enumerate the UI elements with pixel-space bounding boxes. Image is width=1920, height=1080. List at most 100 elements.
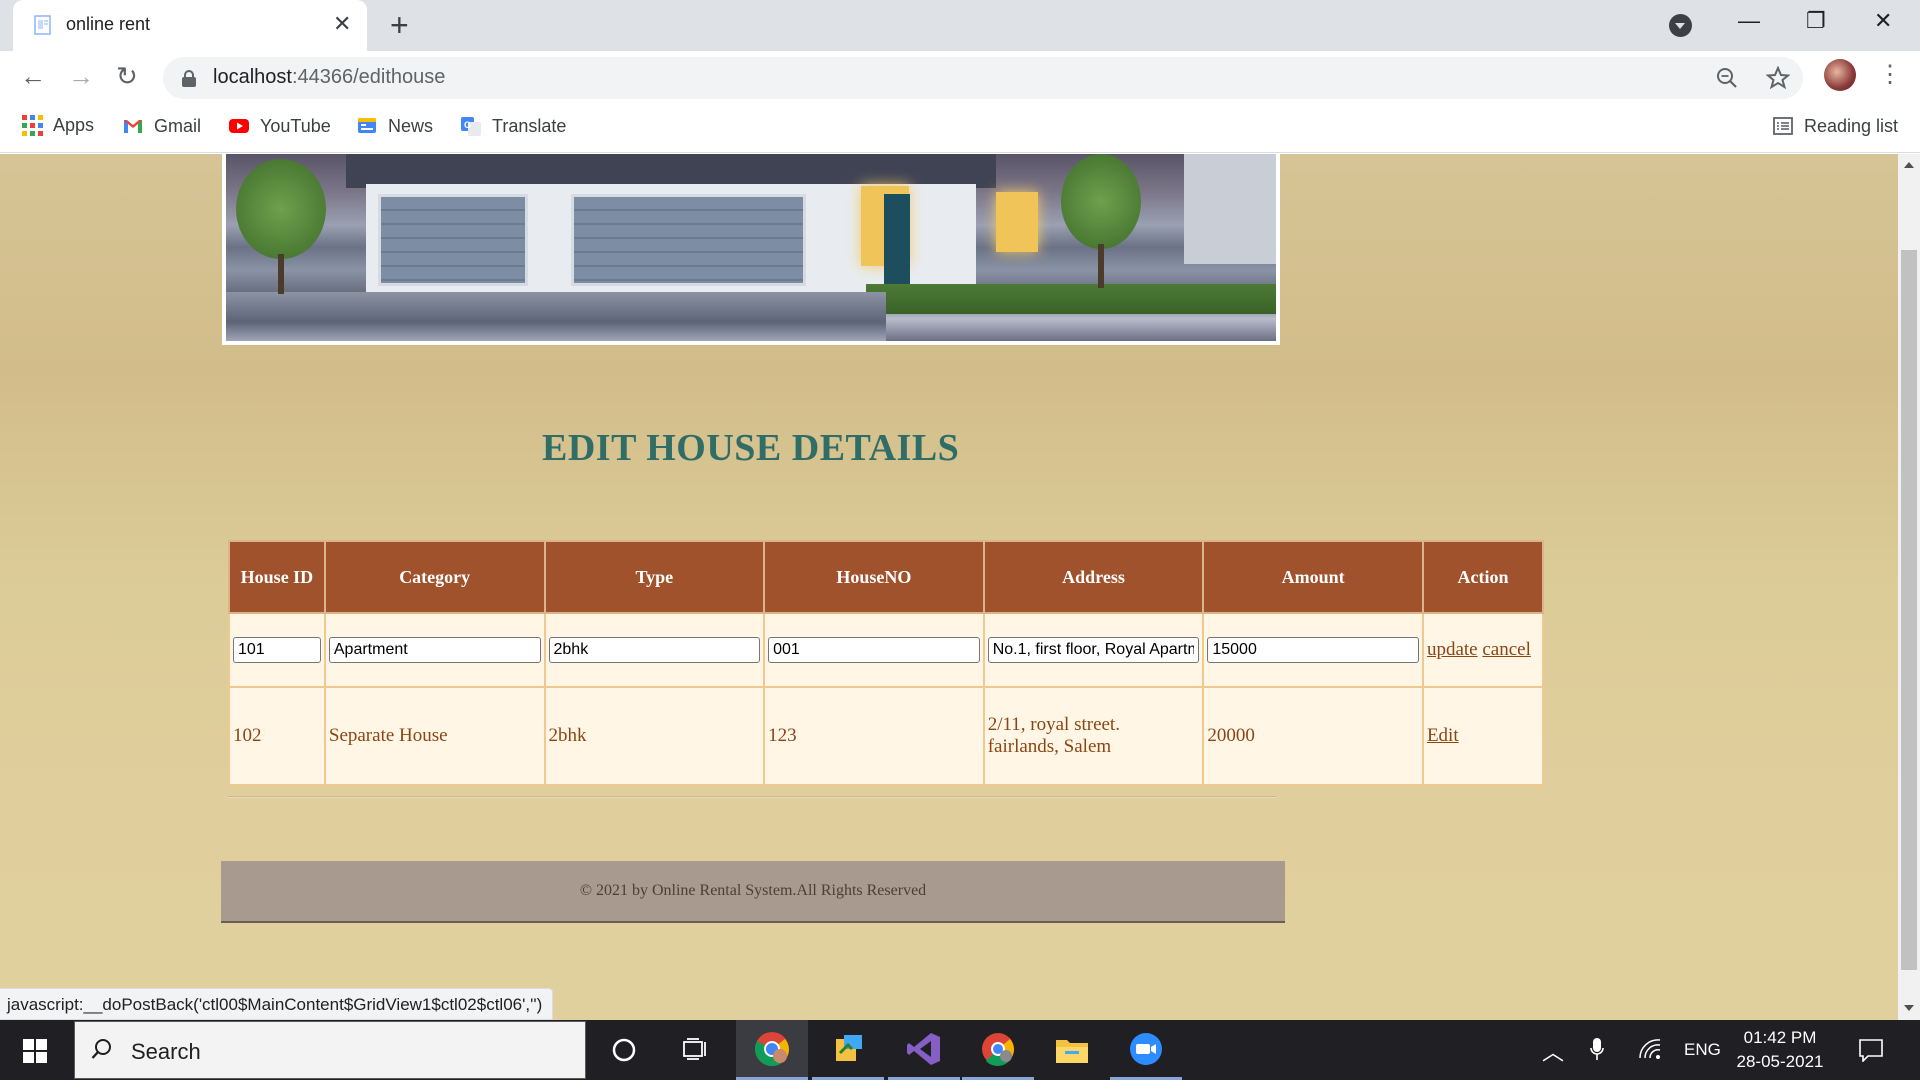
house-no-input[interactable] <box>768 637 980 663</box>
taskbar-chrome-active[interactable] <box>736 1020 808 1080</box>
close-window-button[interactable]: ✕ <box>1874 8 1892 34</box>
table-row: 102 Separate House 2bhk 123 2/11, royal … <box>228 686 1545 786</box>
language-indicator[interactable]: ENG <box>1684 1040 1721 1060</box>
page-scrollbar[interactable] <box>1898 154 1920 1020</box>
cell-house-no: 123 <box>763 686 985 786</box>
bookmark-news[interactable]: News <box>356 115 433 137</box>
scroll-down-icon[interactable] <box>1904 1005 1914 1011</box>
reading-list-button[interactable]: Reading list <box>1772 115 1898 137</box>
cell-amount <box>1202 612 1424 688</box>
taskbar-file-explorer[interactable] <box>1036 1020 1108 1080</box>
wifi-icon[interactable] <box>1638 1038 1662 1060</box>
scrollbar-thumb[interactable] <box>1901 250 1917 970</box>
bookmark-gmail[interactable]: Gmail <box>122 115 201 137</box>
svg-text:G: G <box>464 120 471 130</box>
cell-type: 2bhk <box>543 686 766 786</box>
header-house-id: House ID <box>228 540 326 614</box>
translate-icon: G <box>461 117 481 136</box>
category-input[interactable] <box>328 637 541 663</box>
browser-tab-bar: online rent ✕ + — ❐ ✕ <box>0 0 1920 51</box>
bookmark-label: Translate <box>492 115 567 136</box>
cell-amount: 20000 <box>1202 686 1424 786</box>
bookmark-translate[interactable]: G Translate <box>460 115 566 137</box>
page-favicon-icon <box>34 15 51 35</box>
url-text[interactable]: localhost:44366/edithouse <box>213 66 445 89</box>
browser-tab[interactable]: online rent ✕ <box>13 0 367 51</box>
microphone-icon[interactable] <box>1590 1037 1604 1063</box>
update-link[interactable]: update <box>1427 639 1478 660</box>
lock-icon[interactable] <box>182 70 196 87</box>
link-status-bar: javascript:__doPostBack('ctl00$MainConte… <box>0 988 554 1020</box>
cancel-link[interactable]: cancel <box>1482 639 1531 660</box>
bookmark-label: Apps <box>53 115 95 135</box>
address-line-1: 2/11, royal street. <box>987 714 1120 735</box>
address-input[interactable] <box>987 637 1200 663</box>
reading-list-icon <box>1773 117 1793 135</box>
zoom-icon[interactable] <box>1716 67 1738 89</box>
header-amount: Amount <box>1202 540 1424 614</box>
bookmark-apps[interactable]: Apps <box>22 115 94 136</box>
bookmark-label: YouTube <box>260 115 331 136</box>
windows-start-icon[interactable] <box>23 1039 47 1063</box>
cell-category <box>323 612 546 688</box>
tray-overflow-chevron-icon[interactable]: ︿ <box>1542 1035 1564 1067</box>
visual-studio-icon <box>907 1032 940 1065</box>
system-clock[interactable]: 01:42 PM 28-05-2021 <box>1720 1026 1840 1074</box>
app-window-icon <box>836 1034 862 1061</box>
search-placeholder: Search <box>131 1039 201 1064</box>
cortana-button[interactable] <box>588 1020 660 1080</box>
tab-close-icon[interactable]: ✕ <box>333 12 351 36</box>
footer-copyright: © 2021 by Online Rental System.All Right… <box>579 882 927 899</box>
cell-category: Separate House <box>323 686 546 786</box>
header-type: Type <box>543 540 766 614</box>
browser-menu-icon[interactable]: ⋮ <box>1878 61 1902 89</box>
windows-taskbar: Search ︿ ENG 01:42 PM 28-05-2021 <box>0 1020 1920 1080</box>
forward-button[interactable]: → <box>68 62 94 90</box>
page-footer: © 2021 by Online Rental System.All Right… <box>221 861 1285 923</box>
tab-title: online rent <box>66 14 151 34</box>
table-header-row: House ID Category Type HouseNO Address A… <box>228 540 1545 614</box>
taskbar-app-2[interactable] <box>812 1020 884 1080</box>
cell-action: Edit <box>1421 686 1545 786</box>
apps-grid-icon <box>22 115 43 136</box>
back-button[interactable]: ← <box>20 62 46 90</box>
cell-action: update cancel <box>1421 612 1545 688</box>
bookmark-star-icon[interactable] <box>1766 66 1790 90</box>
minimize-button[interactable]: — <box>1738 8 1760 34</box>
taskbar-search-box[interactable]: Search <box>74 1021 586 1079</box>
browser-toolbar: ← → ↻ localhost:44366/edithouse ⋮ <box>0 51 1920 103</box>
cell-address <box>982 612 1205 688</box>
header-address: Address <box>982 540 1205 614</box>
task-view-button[interactable] <box>660 1020 732 1080</box>
restore-button[interactable]: ❐ <box>1806 8 1826 34</box>
house-grid-table: House ID Category Type HouseNO Address A… <box>228 540 1545 786</box>
address-line-2: fairlands, Salem <box>987 736 1112 757</box>
notifications-icon[interactable] <box>1858 1038 1884 1062</box>
profile-avatar[interactable] <box>1824 59 1856 91</box>
address-bar[interactable]: localhost:44366/edithouse <box>163 57 1803 99</box>
bookmark-youtube[interactable]: YouTube <box>228 115 331 137</box>
house-id-input[interactable] <box>233 637 321 663</box>
divider <box>228 796 1276 798</box>
type-input[interactable] <box>548 637 761 663</box>
scroll-up-icon[interactable] <box>1904 162 1914 168</box>
tab-search-icon[interactable] <box>1669 14 1692 37</box>
task-view-icon <box>683 1038 706 1060</box>
taskbar-visual-studio[interactable] <box>888 1020 960 1080</box>
house-banner-image <box>222 154 1280 345</box>
edit-link[interactable]: Edit <box>1427 725 1459 746</box>
new-tab-button[interactable]: + <box>390 8 409 42</box>
header-category: Category <box>323 540 546 614</box>
taskbar-zoom[interactable] <box>1110 1020 1182 1080</box>
chrome-icon <box>982 1032 1015 1066</box>
cell-house-id: 102 <box>228 686 326 786</box>
bookmark-label: News <box>388 115 434 136</box>
search-icon <box>91 1039 111 1059</box>
cell-house-id <box>228 612 326 688</box>
header-house-no: HouseNO <box>763 540 985 614</box>
taskbar-chrome-2[interactable] <box>962 1020 1034 1080</box>
clock-date: 28-05-2021 <box>1736 1052 1824 1071</box>
reload-button[interactable]: ↻ <box>116 62 138 90</box>
amount-input[interactable] <box>1207 637 1419 663</box>
chrome-icon <box>754 1031 789 1066</box>
